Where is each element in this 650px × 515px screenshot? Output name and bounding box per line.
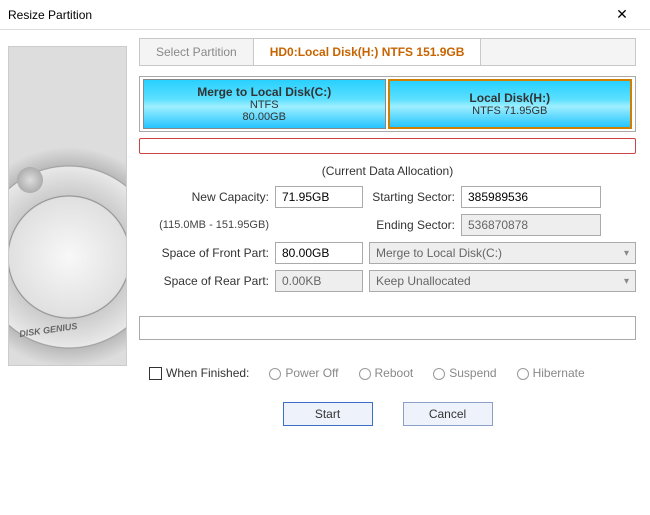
- partition-fs: NTFS: [250, 99, 279, 111]
- cancel-button[interactable]: Cancel: [403, 402, 493, 426]
- tab-current-partition[interactable]: HD0:Local Disk(H:) NTFS 151.9GB: [254, 39, 482, 65]
- partition-size: 80.00GB: [243, 111, 286, 123]
- partition-name: Merge to Local Disk(C:): [197, 85, 331, 99]
- rear-part-label: Space of Rear Part:: [139, 274, 269, 288]
- progress-bar: [139, 316, 636, 340]
- front-part-target-value: Merge to Local Disk(C:): [376, 246, 502, 260]
- radio-power-off[interactable]: Power Off: [269, 366, 338, 380]
- front-part-input[interactable]: [275, 242, 363, 264]
- form: New Capacity: Starting Sector: (115.0MB …: [139, 186, 636, 292]
- radio-reboot[interactable]: Reboot: [359, 366, 414, 380]
- title-bar: Resize Partition ✕: [0, 0, 650, 30]
- end-sector-input: [461, 214, 601, 236]
- resize-slider[interactable]: [139, 138, 636, 154]
- start-sector-label: Starting Sector:: [369, 190, 455, 204]
- partition-name: Local Disk(H:): [469, 91, 550, 105]
- button-row: Start Cancel: [139, 402, 636, 426]
- end-sector-label: Ending Sector:: [369, 218, 455, 232]
- rear-part-input: [275, 270, 363, 292]
- tab-select-partition[interactable]: Select Partition: [140, 39, 254, 65]
- close-icon[interactable]: ✕: [602, 6, 642, 23]
- new-capacity-input[interactable]: [275, 186, 363, 208]
- radio-suspend[interactable]: Suspend: [433, 366, 496, 380]
- tab-bar: Select Partition HD0:Local Disk(H:) NTFS…: [139, 38, 636, 66]
- partition-bar[interactable]: Merge to Local Disk(C:) NTFS 80.00GB Loc…: [139, 76, 636, 132]
- sidebar: [0, 30, 135, 515]
- new-capacity-label: New Capacity:: [139, 190, 269, 204]
- front-part-label: Space of Front Part:: [139, 246, 269, 260]
- disk-genius-image: [8, 46, 127, 366]
- main-panel: Select Partition HD0:Local Disk(H:) NTFS…: [135, 30, 650, 515]
- window-title: Resize Partition: [8, 8, 602, 22]
- when-finished-row: When Finished: Power Off Reboot Suspend …: [139, 366, 636, 380]
- chevron-down-icon: ▾: [624, 276, 629, 287]
- chevron-down-icon: ▾: [624, 248, 629, 259]
- when-finished-checkbox[interactable]: When Finished:: [149, 366, 249, 380]
- partition-block-local-h[interactable]: Local Disk(H:) NTFS 71.95GB: [388, 79, 633, 129]
- radio-hibernate[interactable]: Hibernate: [517, 366, 585, 380]
- front-part-target-select[interactable]: Merge to Local Disk(C:) ▾: [369, 242, 636, 264]
- allocation-label: (Current Data Allocation): [139, 164, 636, 178]
- rear-part-target-select[interactable]: Keep Unallocated ▾: [369, 270, 636, 292]
- start-button[interactable]: Start: [283, 402, 373, 426]
- capacity-range-hint: (115.0MB - 151.95GB): [139, 219, 269, 231]
- partition-block-merge-c[interactable]: Merge to Local Disk(C:) NTFS 80.00GB: [143, 79, 386, 129]
- content: Select Partition HD0:Local Disk(H:) NTFS…: [0, 30, 650, 515]
- start-sector-input[interactable]: [461, 186, 601, 208]
- rear-part-target-value: Keep Unallocated: [376, 274, 471, 288]
- partition-fs-size: NTFS 71.95GB: [472, 105, 547, 117]
